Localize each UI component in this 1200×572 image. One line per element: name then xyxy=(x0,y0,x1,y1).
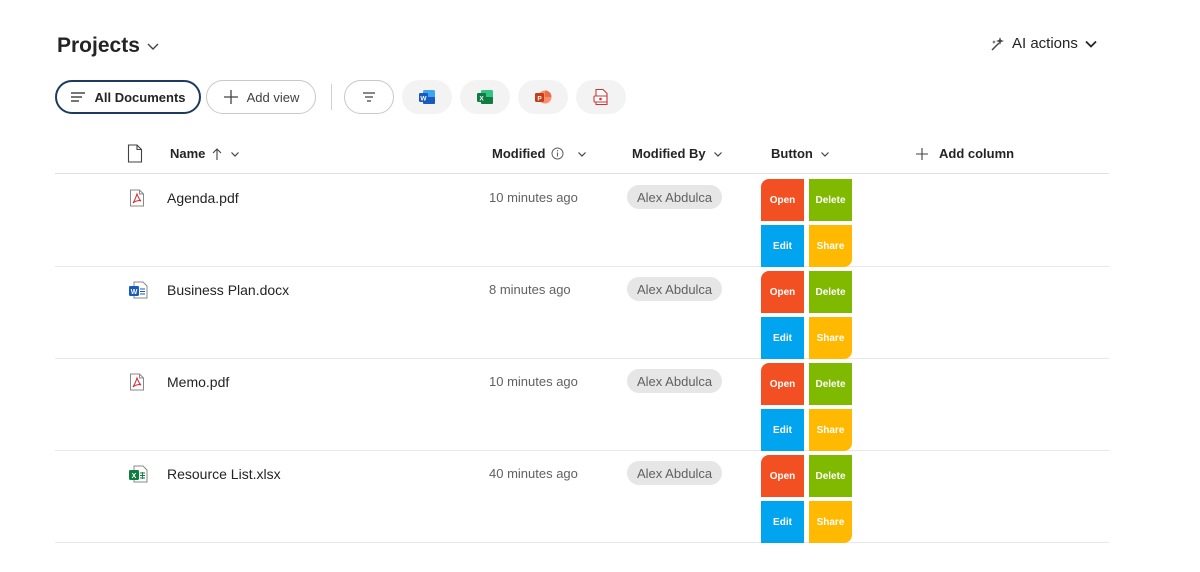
chevron-down-icon xyxy=(578,151,587,157)
open-button[interactable]: Open xyxy=(761,455,804,497)
column-name-label: Name xyxy=(170,146,206,161)
svg-text:W: W xyxy=(420,95,427,102)
file-name-link[interactable]: Memo.pdf xyxy=(167,374,229,390)
excel-icon: X xyxy=(128,465,148,483)
chevron-down-icon xyxy=(231,151,240,157)
share-button[interactable]: Share xyxy=(809,225,852,267)
pdf-icon xyxy=(593,88,608,106)
column-header-row: Name Modified Modified By Button Add col… xyxy=(55,134,1109,174)
open-button[interactable]: Open xyxy=(761,271,804,313)
pdf-filter-button[interactable] xyxy=(576,80,626,114)
svg-text:P: P xyxy=(537,95,542,102)
modified-time: 40 minutes ago xyxy=(489,466,578,481)
powerpoint-filter-button[interactable]: P xyxy=(518,80,568,114)
add-column-button[interactable]: Add column xyxy=(915,146,1014,161)
column-header-button[interactable]: Button xyxy=(771,146,831,161)
chevron-down-icon xyxy=(820,151,829,157)
open-button[interactable]: Open xyxy=(761,363,804,405)
file-name-link[interactable]: Business Plan.docx xyxy=(167,282,289,298)
add-view-label: Add view xyxy=(246,89,300,105)
file-type-icon[interactable] xyxy=(127,144,143,163)
sparkle-wand-icon xyxy=(991,36,1004,50)
chevron-down-icon xyxy=(1085,40,1097,48)
modified-by-persona[interactable]: Alex Abdulca xyxy=(627,369,723,393)
pdf-icon xyxy=(128,189,146,207)
edit-button[interactable]: Edit xyxy=(761,317,804,359)
ai-actions-label: AI actions xyxy=(1012,35,1078,52)
delete-button[interactable]: Delete xyxy=(809,455,852,497)
column-header-name[interactable]: Name xyxy=(170,146,241,161)
filter-button[interactable] xyxy=(344,80,394,114)
delete-button[interactable]: Delete xyxy=(809,179,852,221)
plus-icon xyxy=(223,90,238,104)
header-divider xyxy=(55,173,1109,174)
excel-filter-button[interactable]: X xyxy=(460,80,510,114)
info-icon xyxy=(551,147,564,160)
all-documents-view-button[interactable]: All Documents xyxy=(55,80,201,114)
excel-icon: X xyxy=(477,90,493,104)
modified-time: 10 minutes ago xyxy=(489,374,578,389)
modified-time: 8 minutes ago xyxy=(489,282,571,297)
word-filter-button[interactable]: W xyxy=(402,80,452,114)
delete-button[interactable]: Delete xyxy=(809,271,852,313)
list-lines-icon xyxy=(71,92,86,102)
table-row[interactable]: W Business Plan.docx 8 minutes ago Alex Ab… xyxy=(55,267,1109,359)
filter-icon xyxy=(363,92,375,102)
column-button-label: Button xyxy=(771,146,813,161)
share-button[interactable]: Share xyxy=(809,409,852,451)
edit-button[interactable]: Edit xyxy=(761,409,804,451)
modified-time: 10 minutes ago xyxy=(489,190,578,205)
column-header-modified[interactable]: Modified xyxy=(492,146,588,161)
column-modified-label: Modified xyxy=(492,146,546,161)
library-title[interactable]: Projects xyxy=(57,34,160,58)
plus-icon xyxy=(916,147,928,160)
modified-by-persona[interactable]: Alex Abdulca xyxy=(627,185,723,209)
add-view-button[interactable]: Add view xyxy=(206,80,316,114)
svg-text:X: X xyxy=(132,473,137,480)
sort-ascending-arrow-icon xyxy=(213,147,222,160)
toolbar-divider xyxy=(331,84,332,110)
table-row[interactable]: Agenda.pdf 10 minutes ago Alex Abdulca Open… xyxy=(55,175,1109,267)
svg-text:W: W xyxy=(131,289,138,296)
add-column-label: Add column xyxy=(939,146,1015,161)
file-name-link[interactable]: Agenda.pdf xyxy=(167,190,239,206)
file-name-link[interactable]: Resource List.xlsx xyxy=(167,466,281,482)
column-modified-by-label: Modified By xyxy=(632,146,706,161)
page-title: Projects xyxy=(57,34,140,57)
share-button[interactable]: Share xyxy=(809,317,852,359)
modified-by-persona[interactable]: Alex Abdulca xyxy=(627,277,723,301)
chevron-down-icon xyxy=(713,151,722,157)
column-header-modified-by[interactable]: Modified By xyxy=(632,146,724,161)
word-icon: W xyxy=(128,281,148,299)
modified-by-persona[interactable]: Alex Abdulca xyxy=(627,461,723,485)
word-icon: W xyxy=(419,90,435,104)
delete-button[interactable]: Delete xyxy=(809,363,852,405)
powerpoint-icon: P xyxy=(535,90,552,104)
table-row[interactable]: X Resource List.xlsx 40 minutes ago Alex A… xyxy=(55,451,1109,543)
edit-button[interactable]: Edit xyxy=(761,501,804,543)
svg-text:X: X xyxy=(479,95,484,102)
table-row[interactable]: Memo.pdf 10 minutes ago Alex Abdulca Open De… xyxy=(55,359,1109,451)
pdf-icon xyxy=(128,373,146,391)
view-toolbar: All Documents Add view W X P xyxy=(55,80,626,114)
chevron-down-icon xyxy=(147,43,159,50)
all-documents-label: All Documents xyxy=(94,89,186,105)
edit-button[interactable]: Edit xyxy=(761,225,804,267)
ai-actions-button[interactable]: AI actions xyxy=(990,35,1098,52)
open-button[interactable]: Open xyxy=(761,179,804,221)
share-button[interactable]: Share xyxy=(809,501,852,543)
